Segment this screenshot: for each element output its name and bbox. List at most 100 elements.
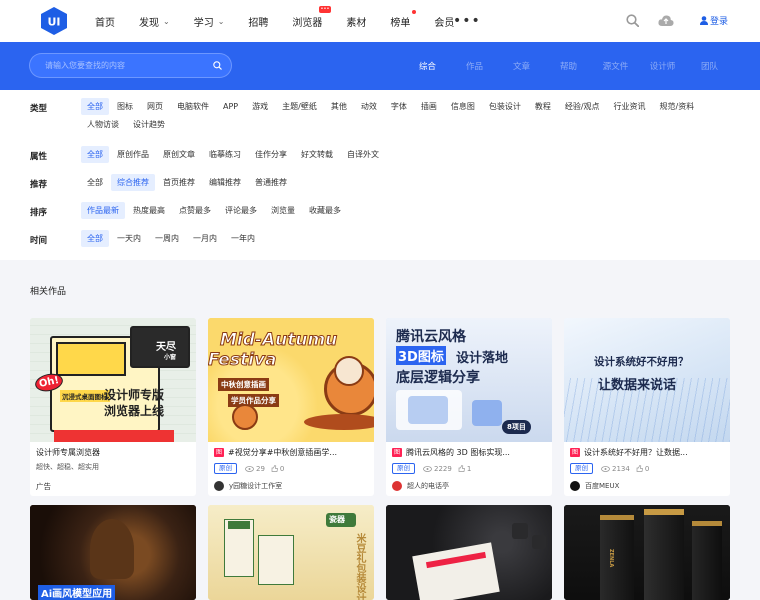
work-card[interactable] (386, 505, 552, 600)
work-card[interactable]: Mid-Autumu Festiva 中秋创意插画 学员作品分享 图 #视觉分享#… (208, 318, 374, 496)
views-stat: 2229 (423, 465, 452, 473)
card-title[interactable]: 图设计系统好不好用？让数据... (570, 447, 725, 458)
card-subtitle: 超快、超稳、超实用 (36, 463, 99, 471)
nav-item[interactable]: 首页 (95, 14, 115, 29)
search-tab[interactable]: 设计师 (639, 60, 686, 72)
card-author[interactable]: 百度MEUX (570, 481, 619, 491)
card-title[interactable]: 图腾讯云风格的 3D 图标实现... (392, 447, 547, 458)
filter-option[interactable]: 评论最多 (219, 202, 263, 219)
filter-options: 全部 图标 网页 电脑软件 APP 游戏 主题/壁纸 其他 动效 字体 插画 信息图 包装设计 教程 经验/… (81, 98, 731, 134)
search-box[interactable] (29, 53, 232, 78)
filter-option[interactable]: 首页推荐 (157, 174, 201, 191)
filter-option[interactable]: 全部 (81, 230, 109, 247)
filter-option[interactable]: 插画 (415, 98, 443, 115)
work-card[interactable]: Ai画风模型应用 (30, 505, 196, 600)
filter-option[interactable]: 收藏最多 (303, 202, 347, 219)
user-icon (700, 16, 708, 25)
filter-option[interactable]: 原创文章 (157, 146, 201, 163)
card-title[interactable]: 图 #视觉分享#中秋创意插画学... (214, 447, 369, 458)
filter-option[interactable]: 字体 (385, 98, 413, 115)
nav-item[interactable]: 榜单 (390, 9, 417, 29)
filter-option[interactable]: 佳作分享 (249, 146, 293, 163)
card-thumbnail[interactable] (386, 505, 552, 600)
filter-option[interactable]: 原创作品 (111, 146, 155, 163)
search-tab[interactable]: 帮助 (545, 60, 592, 72)
nav-item[interactable]: 会员 (434, 14, 454, 29)
nav-item[interactable]: 招聘 (248, 14, 268, 29)
filter-option[interactable]: 浏览量 (265, 202, 301, 219)
filter-option[interactable]: 主题/壁纸 (276, 98, 323, 115)
card-title-text: 设计系统好不好用？让数据... (584, 448, 688, 457)
work-card[interactable]: 设计系统好不好用？ 让数据来说话 图设计系统好不好用？让数据... 原创 213… (564, 318, 730, 496)
filter-option[interactable]: 行业资讯 (608, 98, 652, 115)
filter-option[interactable]: 全部 (81, 146, 109, 163)
card-author[interactable]: 超人的电话亭 (392, 481, 449, 491)
nav-item-label: 会员 (434, 17, 455, 29)
work-card[interactable]: 天尽 小窗 Oh! 沉浸式桌面图标 设计师专版 浏览器上线 设计师专属浏览器 超… (30, 318, 196, 496)
filter-option[interactable]: 电脑软件 (171, 98, 215, 115)
card-thumbnail[interactable]: 设计系统好不好用？ 让数据来说话 (564, 318, 730, 442)
filter-option[interactable]: 网页 (141, 98, 169, 115)
card-thumbnail[interactable]: Mid-Autumu Festiva 中秋创意插画 学员作品分享 (208, 318, 374, 442)
filter-option[interactable]: 好文转载 (295, 146, 339, 163)
nav-item[interactable]: 浏览器 ••• (292, 5, 332, 29)
search-tab[interactable]: 源文件 (592, 60, 639, 72)
card-title[interactable]: 设计师专属浏览器 (36, 447, 191, 458)
work-card[interactable]: 腾讯云风格 3D图标 设计落地 底层逻辑分享 8项目 图腾讯云风格的 3D 图标… (386, 318, 552, 496)
filter-option[interactable]: 一年内 (225, 230, 261, 247)
filter-option[interactable]: 全部 (81, 174, 109, 191)
filter-option[interactable]: 综合推荐 (111, 174, 155, 191)
filter-option[interactable]: 临摹练习 (203, 146, 247, 163)
card-thumbnail[interactable]: 腾讯云风格 3D图标 设计落地 底层逻辑分享 8项目 (386, 318, 552, 442)
nav-item[interactable]: 素材 (346, 14, 366, 29)
nav-item[interactable]: 学习 ⌄ (194, 14, 225, 29)
filter-option[interactable]: 编辑推荐 (203, 174, 247, 191)
search-tab[interactable]: 作品 (451, 60, 498, 72)
likes-count: 0 (644, 464, 650, 473)
card-thumbnail[interactable]: ZENLA (564, 505, 730, 600)
nav-item-label: 发现 (139, 17, 159, 29)
filter-option[interactable]: 一天内 (111, 230, 147, 247)
filter-option[interactable]: 信息图 (445, 98, 481, 115)
filter-option[interactable]: 图标 (111, 98, 139, 115)
new-badge-icon: ••• (318, 5, 332, 13)
filter-option[interactable]: 教程 (529, 98, 557, 115)
filter-option[interactable]: 动效 (355, 98, 383, 115)
thumb-text: 天尽 (156, 342, 176, 353)
filter-option[interactable]: 包装设计 (483, 98, 527, 115)
filter-option[interactable]: 自译外文 (341, 146, 385, 163)
search-icon[interactable] (213, 61, 222, 70)
filter-option[interactable]: 一月内 (187, 230, 223, 247)
filter-option[interactable]: 点赞最多 (173, 202, 217, 219)
card-thumbnail[interactable]: 天尽 小窗 Oh! 沉浸式桌面图标 设计师专版 浏览器上线 (30, 318, 196, 442)
site-logo[interactable]: UI (41, 7, 67, 35)
search-tab[interactable]: 综合 (404, 60, 451, 72)
work-card[interactable]: 瓷器 米豆礼包装设计 (208, 505, 374, 600)
card-author[interactable]: y园糖设计工作室 (214, 481, 282, 491)
card-thumbnail[interactable]: 瓷器 米豆礼包装设计 (208, 505, 374, 600)
search-input[interactable] (45, 61, 205, 70)
thumb-text: 中秋创意插画 (218, 378, 269, 391)
filter-option[interactable]: 热度最高 (127, 202, 171, 219)
more-menu-icon[interactable]: ••• (453, 13, 481, 29)
filter-option[interactable]: 其他 (325, 98, 353, 115)
card-thumbnail[interactable]: Ai画风模型应用 (30, 505, 196, 600)
login-button[interactable]: 登录 (700, 14, 728, 27)
nav-item-label: 首页 (95, 17, 115, 29)
search-tab[interactable]: 团队 (686, 60, 733, 72)
work-card[interactable]: ZENLA (564, 505, 730, 600)
search-tab[interactable]: 文章 (498, 60, 545, 72)
search-icon[interactable] (626, 14, 639, 27)
filter-option[interactable]: 一周内 (149, 230, 185, 247)
filter-option[interactable]: 规范/资料 (654, 98, 701, 115)
filter-option[interactable]: APP (217, 98, 244, 115)
filter-option[interactable]: 人物访谈 (81, 116, 125, 133)
filter-option[interactable]: 全部 (81, 98, 109, 115)
filter-option[interactable]: 作品最新 (81, 202, 125, 219)
nav-item[interactable]: 发现 ⌄ (139, 14, 170, 29)
filter-option[interactable]: 普通推荐 (249, 174, 293, 191)
cloud-upload-icon[interactable] (658, 14, 674, 27)
filter-option[interactable]: 设计趋势 (127, 116, 171, 133)
filter-option[interactable]: 经验/观点 (559, 98, 606, 115)
filter-option[interactable]: 游戏 (246, 98, 274, 115)
